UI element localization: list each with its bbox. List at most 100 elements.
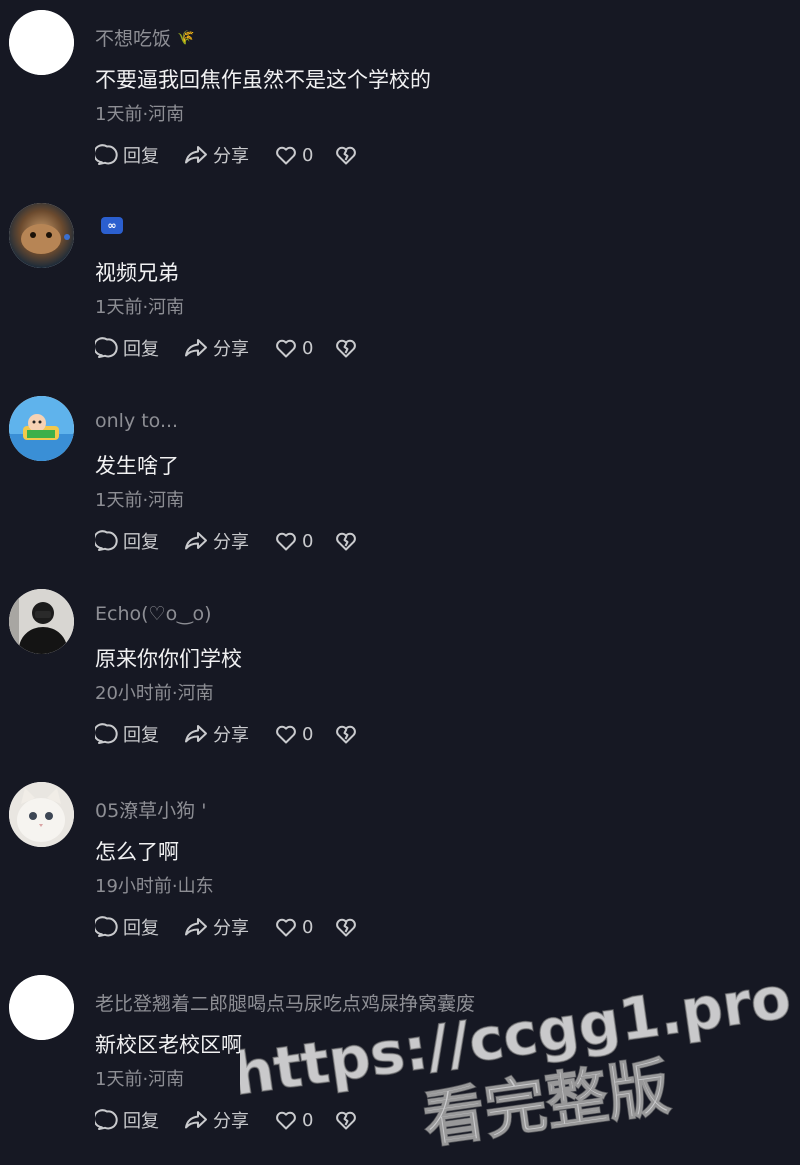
username-label[interactable]: only to... xyxy=(95,410,178,432)
reply-label: 回复 xyxy=(123,1111,159,1132)
avatar[interactable] xyxy=(9,10,74,75)
share-icon xyxy=(185,146,207,164)
like-count: 0 xyxy=(302,1109,314,1131)
comment-item: 老比登翘着二郎腿喝点马尿吃点鸡屎挣窝囊废 新校区老校区啊 1天前·河南 回复 分… xyxy=(0,965,800,1158)
like-button[interactable]: 0 xyxy=(274,1108,334,1132)
comment-username[interactable]: ∞ xyxy=(95,217,123,234)
username-label[interactable]: 老比登翘着二郎腿喝点马尿吃点鸡屎挣窝囊废 xyxy=(95,989,475,1016)
share-button[interactable]: 分享 xyxy=(183,528,274,554)
like-count: 0 xyxy=(302,337,314,359)
dislike-button[interactable] xyxy=(334,143,358,167)
comment-text: 新校区老校区啊 xyxy=(95,1033,242,1057)
comment-actions: 回复 分享 0 xyxy=(95,721,358,747)
share-icon xyxy=(185,532,207,550)
comment-text: 原来你你们学校 xyxy=(95,647,242,671)
like-button[interactable]: 0 xyxy=(274,915,334,939)
like-count: 0 xyxy=(302,144,314,166)
reply-icon xyxy=(95,723,118,744)
reply-icon xyxy=(95,916,118,937)
reply-button[interactable]: 回复 xyxy=(95,721,183,747)
comment-text: 怎么了啊 xyxy=(95,840,179,864)
heart-icon xyxy=(276,1111,296,1130)
reply-button[interactable]: 回复 xyxy=(95,1107,183,1133)
share-button[interactable]: 分享 xyxy=(183,914,274,940)
share-button[interactable]: 分享 xyxy=(183,142,274,168)
share-button[interactable]: 分享 xyxy=(183,1107,274,1133)
broken-heart-icon xyxy=(336,918,356,937)
broken-heart-icon xyxy=(336,725,356,744)
reply-button[interactable]: 回复 xyxy=(95,335,183,361)
avatar[interactable] xyxy=(9,396,74,461)
username-label[interactable]: Echo(♡o‿o) xyxy=(95,603,212,625)
heart-icon xyxy=(276,339,296,358)
like-button[interactable]: 0 xyxy=(274,529,334,553)
heart-icon xyxy=(276,146,296,165)
broken-heart-icon xyxy=(336,146,356,165)
comment-item: Echo(♡o‿o) 原来你你们学校 20小时前·河南 回复 分享 0 xyxy=(0,579,800,772)
comment-username[interactable]: 不想吃饭 🌾 xyxy=(95,24,194,51)
comment-username[interactable]: only to... xyxy=(95,410,178,432)
share-icon xyxy=(185,1111,207,1129)
broken-heart-icon xyxy=(336,339,356,358)
username-label[interactable]: 不想吃饭 xyxy=(95,24,171,51)
comment-actions: 回复 分享 0 xyxy=(95,335,358,361)
share-label: 分享 xyxy=(213,918,249,939)
avatar[interactable] xyxy=(9,975,74,1040)
reply-label: 回复 xyxy=(123,146,159,167)
comment-text: 发生啥了 xyxy=(95,454,179,478)
reply-label: 回复 xyxy=(123,918,159,939)
broken-heart-icon xyxy=(336,1111,356,1130)
share-icon xyxy=(185,725,207,743)
reply-icon xyxy=(95,144,118,165)
reply-icon xyxy=(95,530,118,551)
reply-label: 回复 xyxy=(123,532,159,553)
reply-button[interactable]: 回复 xyxy=(95,914,183,940)
share-button[interactable]: 分享 xyxy=(183,335,274,361)
like-count: 0 xyxy=(302,530,314,552)
comment-actions: 回复 分享 0 xyxy=(95,1107,358,1133)
comment-meta: 20小时前·河南 xyxy=(95,683,214,704)
comment-username[interactable]: Echo(♡o‿o) xyxy=(95,603,212,625)
comment-item: 05潦草小狗 ' 怎么了啊 19小时前·山东 回复 分享 0 xyxy=(0,772,800,965)
comment-username[interactable]: 老比登翘着二郎腿喝点马尿吃点鸡屎挣窝囊废 xyxy=(95,989,475,1016)
heart-icon xyxy=(276,532,296,551)
dislike-button[interactable] xyxy=(334,722,358,746)
comment-text: 视频兄弟 xyxy=(95,261,179,285)
heart-icon xyxy=(276,725,296,744)
comment-actions: 回复 分享 0 xyxy=(95,914,358,940)
share-label: 分享 xyxy=(213,1111,249,1132)
reply-icon xyxy=(95,1109,118,1130)
avatar[interactable] xyxy=(9,782,74,847)
infinity-badge-icon: ∞ xyxy=(101,217,123,234)
comment-meta: 1天前·河南 xyxy=(95,297,185,318)
like-button[interactable]: 0 xyxy=(274,722,334,746)
reply-button[interactable]: 回复 xyxy=(95,142,183,168)
heart-icon xyxy=(276,918,296,937)
share-label: 分享 xyxy=(213,532,249,553)
share-label: 分享 xyxy=(213,146,249,167)
comment-item: only to... 发生啥了 1天前·河南 回复 分享 0 xyxy=(0,386,800,579)
reply-button[interactable]: 回复 xyxy=(95,528,183,554)
reply-label: 回复 xyxy=(123,725,159,746)
dislike-button[interactable] xyxy=(334,529,358,553)
reply-icon xyxy=(95,337,118,358)
comment-item: ∞ 视频兄弟 1天前·河南 回复 分享 0 xyxy=(0,193,800,386)
like-count: 0 xyxy=(302,723,314,745)
share-label: 分享 xyxy=(213,339,249,360)
dislike-button[interactable] xyxy=(334,1108,358,1132)
comment-meta: 1天前·河南 xyxy=(95,490,185,511)
share-button[interactable]: 分享 xyxy=(183,721,274,747)
username-label[interactable]: 05潦草小狗 ' xyxy=(95,796,206,823)
avatar[interactable] xyxy=(9,203,74,268)
like-button[interactable]: 0 xyxy=(274,143,334,167)
comment-actions: 回复 分享 0 xyxy=(95,142,358,168)
dislike-button[interactable] xyxy=(334,336,358,360)
like-count: 0 xyxy=(302,916,314,938)
comment-text: 不要逼我回焦作虽然不是这个学校的 xyxy=(95,68,431,92)
like-button[interactable]: 0 xyxy=(274,336,334,360)
avatar[interactable] xyxy=(9,589,74,654)
comment-item: 不想吃饭 🌾 不要逼我回焦作虽然不是这个学校的 1天前·河南 回复 分享 0 xyxy=(0,0,800,193)
comment-username[interactable]: 05潦草小狗 ' xyxy=(95,796,206,823)
dislike-button[interactable] xyxy=(334,915,358,939)
comment-meta: 1天前·河南 xyxy=(95,104,185,125)
